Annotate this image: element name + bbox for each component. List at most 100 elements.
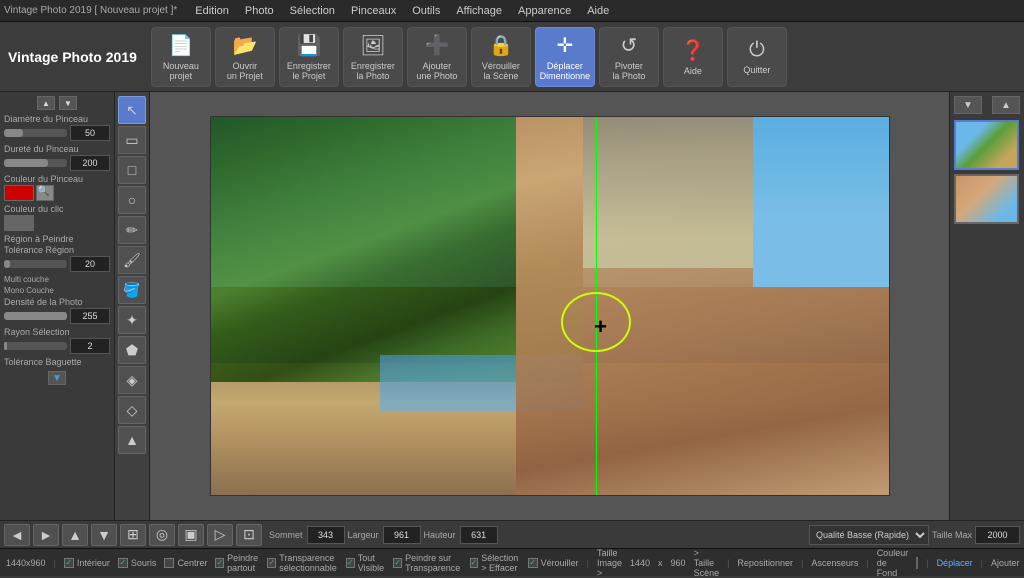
verouiller-check[interactable]: Vérouiller [528, 558, 579, 568]
opacity-input[interactable] [70, 256, 110, 272]
interieur-check[interactable]: Intérieur [64, 558, 110, 568]
save-project-icon: 💾 [296, 33, 321, 58]
taille-max-label: Taille Max [932, 530, 972, 540]
transparence-label: Transparence sélectionnable [279, 553, 338, 573]
play-btn[interactable]: ▷ [207, 524, 233, 546]
brush-color-swatch[interactable] [4, 185, 34, 201]
centrer-checkbox[interactable] [164, 558, 174, 568]
canvas-area[interactable] [150, 92, 949, 520]
lock-scene-button[interactable]: 🔒 Vérouillerla Scène [471, 27, 531, 87]
peindre-trans-checkbox[interactable] [393, 558, 402, 568]
diameter-input[interactable] [70, 125, 110, 141]
rect-select-tool[interactable]: ▭ [118, 126, 146, 154]
transparence-checkbox[interactable] [267, 558, 276, 568]
radius-input[interactable] [70, 338, 110, 354]
diamond-tool[interactable]: ◇ [118, 396, 146, 424]
rotate-icon: ↺ [621, 33, 638, 58]
tout-visible-checkbox[interactable] [346, 558, 355, 568]
selection-effacer-check[interactable]: Sélection > Effacer [470, 553, 520, 573]
thumb-person-preview [956, 176, 1017, 222]
menu-edition[interactable]: Edition [187, 3, 237, 19]
down-btn[interactable]: ▼ [91, 524, 117, 546]
star-tool[interactable]: ✦ [118, 306, 146, 334]
polygon-tool[interactable]: ⬟ [118, 336, 146, 364]
thumb-nav-down[interactable]: ▼ [954, 96, 982, 114]
scroll-up-btn[interactable]: ▲ [37, 96, 55, 110]
triangle-tool[interactable]: ▲ [118, 426, 146, 454]
canvas-container [150, 92, 949, 520]
add-photo-button[interactable]: ➕ Ajouterune Photo [407, 27, 467, 87]
centrer-check[interactable]: Centrer [164, 558, 207, 568]
souris-label: Souris [131, 558, 157, 568]
interieur-checkbox[interactable] [64, 558, 74, 568]
select-tool[interactable]: ↖ [118, 96, 146, 124]
menu-apparence[interactable]: Apparence [510, 3, 579, 19]
repositionner-btn[interactable]: Repositionner [737, 558, 793, 568]
menu-outils[interactable]: Outils [404, 3, 448, 19]
taille-image-label: Taille Image > [597, 548, 622, 578]
transparence-check[interactable]: Transparence sélectionnable [267, 553, 338, 573]
fit-btn[interactable]: ⊞ [120, 524, 146, 546]
taille-max-input[interactable] [975, 526, 1020, 544]
square-tool[interactable]: □ [118, 156, 146, 184]
help-button[interactable]: ❓ Aide [663, 27, 723, 87]
thumb-nav-up[interactable]: ▲ [992, 96, 1020, 114]
photo-canvas[interactable] [210, 116, 890, 496]
view-btn[interactable]: ▣ [178, 524, 204, 546]
menu-aide[interactable]: Aide [579, 3, 617, 19]
brush-tool[interactable]: 🖌 [118, 246, 146, 274]
peindre-partout-checkbox[interactable] [215, 558, 224, 568]
tout-visible-check[interactable]: Tout Visible [346, 553, 385, 573]
menu-pinceaux[interactable]: Pinceaux [343, 3, 404, 19]
eyedropper-btn[interactable]: 🔍 [36, 185, 54, 201]
grid-btn[interactable]: ⊡ [236, 524, 262, 546]
multicouche-label: Multi couche [4, 275, 49, 284]
wand-tolerance-label: Tolérance Baguette [4, 357, 110, 367]
verouiller-checkbox[interactable] [528, 558, 538, 568]
thumbnail-person[interactable] [954, 174, 1019, 224]
menu-selection[interactable]: Sélection [282, 3, 343, 19]
sommet-label: Sommet [269, 530, 303, 540]
hauteur-label: Hauteur [424, 530, 456, 540]
toolbar: Vintage Photo 2019 📄 Nouveauprojet 📂 Ouv… [0, 22, 1024, 92]
clone-tool[interactable]: ◈ [118, 366, 146, 394]
click-color-swatch[interactable] [4, 215, 34, 231]
thumbnail-beach[interactable] [954, 120, 1019, 170]
bucket-tool[interactable]: 🪣 [118, 276, 146, 304]
nav-down-triangle[interactable]: ▼ [48, 371, 66, 385]
souris-checkbox[interactable] [118, 558, 128, 568]
height-val: 960 [671, 558, 686, 568]
undo-button[interactable]: ◄ [4, 524, 30, 546]
peindre-partout-check[interactable]: Peindre partout [215, 553, 259, 573]
deplacer-btn[interactable]: Déplacer [937, 558, 973, 568]
selection-effacer-checkbox[interactable] [470, 558, 479, 568]
up-btn[interactable]: ▲ [62, 524, 88, 546]
fond-color-box[interactable] [916, 557, 918, 569]
peindre-transparence-check[interactable]: Peindre sur Transparence [393, 553, 461, 573]
move-button[interactable]: ✛ DéplacerDimentionne [535, 27, 595, 87]
quality-select[interactable]: Qualité Basse (Rapide) Qualité Haute [809, 525, 929, 545]
redo-button[interactable]: ► [33, 524, 59, 546]
save-photo-button[interactable]: 🖼 Enregistrerla Photo [343, 27, 403, 87]
pencil-tool[interactable]: ✏ [118, 216, 146, 244]
menu-affichage[interactable]: Affichage [448, 3, 510, 19]
hardness-input[interactable] [70, 155, 110, 171]
ajouter-btn[interactable]: Ajouter [991, 558, 1020, 568]
ellipse-tool[interactable]: ○ [118, 186, 146, 214]
save-project-button[interactable]: 💾 Enregistrerle Projet [279, 27, 339, 87]
scroll-down-btn[interactable]: ▼ [59, 96, 77, 110]
new-project-button[interactable]: 📄 Nouveauprojet [151, 27, 211, 87]
hauteur-input[interactable] [460, 526, 498, 544]
zoom-btn[interactable]: ◎ [149, 524, 175, 546]
quit-icon: ⏻ [749, 39, 765, 62]
rotate-button[interactable]: ↺ Pivoterla Photo [599, 27, 659, 87]
density-input[interactable] [70, 308, 110, 324]
quit-button[interactable]: ⏻ Quitter [727, 27, 787, 87]
move-icon: ✛ [557, 33, 574, 58]
lock-icon: 🔒 [488, 33, 513, 58]
sommet-input[interactable] [307, 526, 345, 544]
menu-photo[interactable]: Photo [237, 3, 282, 19]
open-project-button[interactable]: 📂 Ouvrirun Projet [215, 27, 275, 87]
souris-check[interactable]: Souris [118, 558, 157, 568]
largeur-input[interactable] [383, 526, 421, 544]
